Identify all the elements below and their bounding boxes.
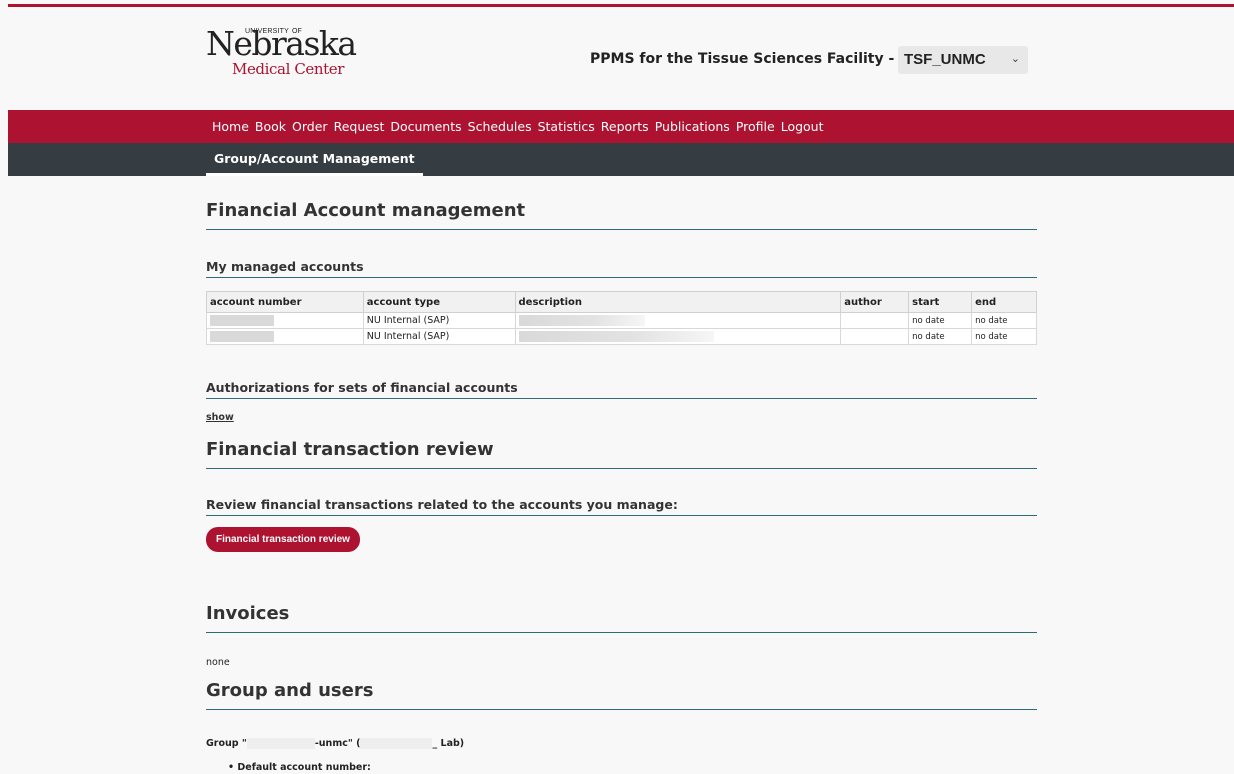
nav-publications[interactable]: Publications — [655, 119, 730, 134]
group-users-heading: Group and users — [206, 680, 1037, 710]
nav-home[interactable]: Home — [212, 119, 249, 134]
cell-account-number — [206, 312, 364, 329]
group-suffix: Lab) — [440, 738, 465, 749]
group-users-section: Group and users — [206, 680, 1037, 710]
transaction-review-heading: Financial transaction review — [206, 439, 1037, 469]
nav-book[interactable]: Book — [255, 119, 286, 134]
table-row[interactable]: NU Internal (SAP) no date no date — [206, 328, 1037, 345]
nav-order[interactable]: Order — [292, 119, 328, 134]
nav-profile[interactable]: Profile — [736, 119, 775, 134]
cell-author — [840, 312, 910, 329]
invoices-value: none — [206, 657, 230, 668]
tab-group-account-management[interactable]: Group/Account Management — [206, 143, 423, 176]
transaction-review-button-wrap: Financial transaction review — [206, 527, 1037, 552]
financial-transaction-review-button[interactable]: Financial transaction review — [206, 527, 360, 552]
facility-select-value: TSF_UNMC — [904, 51, 986, 68]
nav-request[interactable]: Request — [334, 119, 385, 134]
table-row[interactable]: NU Internal (SAP) no date no date — [206, 312, 1037, 329]
transaction-review-sub-section: Review financial transactions related to… — [206, 497, 1037, 516]
invoices-section: Invoices — [206, 603, 1037, 633]
redacted-description — [518, 315, 645, 326]
cell-account-type: NU Internal (SAP) — [362, 312, 516, 329]
col-account-number: account number — [206, 291, 364, 313]
transaction-review-subheading: Review financial transactions related to… — [206, 497, 1037, 516]
default-account-line: • Default account number: — [228, 762, 371, 773]
logo-university-text: UNIVERSITY — [245, 28, 290, 35]
tab-label: Group/Account Management — [214, 151, 415, 166]
main-nav: Home Book Order Request Documents Schedu… — [8, 110, 1234, 143]
managed-accounts-section: My managed accounts — [206, 259, 1037, 278]
logo-of-text: OF — [292, 28, 302, 35]
nav-documents[interactable]: Documents — [390, 119, 461, 134]
nav-statistics[interactable]: Statistics — [538, 119, 595, 134]
managed-accounts-table: account number account type description … — [206, 291, 1037, 345]
redacted-account-number — [210, 331, 274, 342]
group-line-wrap: Group " -unmc" (_ Lab) — [206, 731, 1037, 750]
facility-select[interactable]: TSF_UNMC ⌄ — [898, 46, 1028, 74]
redacted-account-number — [210, 315, 274, 326]
active-tab-indicator — [206, 173, 423, 176]
table-header-row: account number account type description … — [206, 291, 1037, 313]
cell-start: no date — [908, 328, 973, 345]
col-start: start — [908, 291, 973, 313]
cell-account-number — [206, 328, 364, 345]
managed-accounts-table-wrap: account number account type description … — [206, 291, 1037, 345]
main-nav-items: Home Book Order Request Documents Schedu… — [212, 119, 830, 134]
site-title: PPMS for the Tissue Sciences Facility - — [590, 51, 895, 67]
nav-logout[interactable]: Logout — [781, 119, 824, 134]
col-end: end — [971, 291, 1037, 313]
authorizations-heading: Authorizations for sets of financial acc… — [206, 380, 1037, 399]
redacted-lab-name — [360, 738, 433, 749]
cell-start: no date — [908, 312, 973, 329]
nav-schedules[interactable]: Schedules — [468, 119, 532, 134]
col-description: description — [514, 291, 842, 313]
managed-accounts-heading: My managed accounts — [206, 259, 1037, 278]
unmc-logo[interactable]: Nebraska UNIVERSITY OF Medical Center — [206, 26, 357, 79]
cell-end: no date — [971, 328, 1037, 345]
cell-author — [840, 328, 910, 345]
sub-nav: Group/Account Management — [8, 143, 1234, 176]
invoices-value-wrap: none — [206, 650, 1037, 669]
financial-account-section: Financial Account management — [206, 200, 1037, 230]
default-account-label: Default account number: — [237, 762, 371, 773]
chevron-down-icon: ⌄ — [1010, 53, 1020, 65]
group-prefix: Group " — [206, 738, 247, 749]
cell-description — [514, 328, 842, 345]
cell-description — [514, 312, 842, 329]
col-author: author — [840, 291, 910, 313]
col-account-type: account type — [362, 291, 516, 313]
financial-account-heading: Financial Account management — [206, 200, 1037, 230]
transaction-review-section: Financial transaction review — [206, 439, 1037, 469]
default-account-line-wrap: • Default account number: — [228, 755, 1059, 774]
authorizations-show-link[interactable]: show — [206, 412, 234, 423]
group-middle: -unmc" ( — [314, 738, 361, 749]
cell-end: no date — [971, 312, 1037, 329]
nav-reports[interactable]: Reports — [601, 119, 649, 134]
logo-medical-center-text: Medical Center — [232, 60, 345, 78]
group-name-line: Group " -unmc" (_ Lab) — [206, 738, 465, 749]
cell-account-type: NU Internal (SAP) — [362, 328, 516, 345]
authorizations-section: Authorizations for sets of financial acc… — [206, 380, 1037, 399]
redacted-description — [518, 331, 714, 342]
invoices-heading: Invoices — [206, 603, 1037, 633]
authorizations-show-wrap: show — [206, 405, 1037, 424]
redacted-group-name — [246, 738, 315, 749]
